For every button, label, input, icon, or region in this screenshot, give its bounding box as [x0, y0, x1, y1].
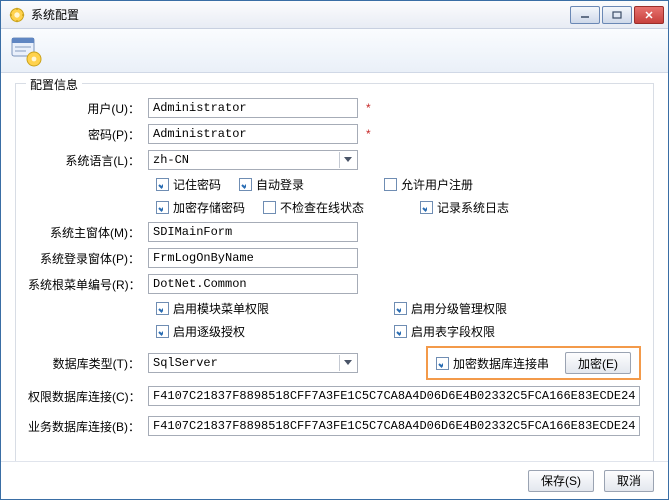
window-controls	[570, 6, 664, 24]
chk-enable-cascade-auth-label: 启用逐级授权	[173, 323, 245, 340]
chk-encrypt-store-pw[interactable]: 加密存储密码	[156, 199, 245, 216]
label-dbtype: 数据库类型(T)：	[28, 355, 148, 372]
bizconn-field[interactable]	[148, 416, 640, 436]
chk-enable-cascade-auth[interactable]: 启用逐级授权	[156, 323, 376, 340]
chk-log-syslog[interactable]: 记录系统日志	[420, 199, 509, 216]
window-title: 系统配置	[31, 6, 570, 23]
chk-auto-login-label: 自动登录	[256, 176, 304, 193]
save-button[interactable]: 保存(S)	[528, 470, 594, 492]
chk-enable-field-perm[interactable]: 启用表字段权限	[394, 323, 614, 340]
minimize-button[interactable]	[570, 6, 600, 24]
dbtype-value: SqlServer	[153, 356, 218, 370]
loginform-field[interactable]	[148, 248, 358, 268]
chevron-down-icon	[339, 355, 355, 371]
config-group: 配置信息 用户(U)： * 密码(P)： * 系统语言(L)： zh-CN 记住…	[15, 83, 654, 461]
password-field[interactable]	[148, 124, 358, 144]
language-value: zh-CN	[153, 153, 189, 167]
label-user: 用户(U)：	[28, 100, 148, 117]
config-icon	[9, 34, 43, 68]
label-permconn: 权限数据库连接(C)：	[28, 388, 148, 405]
chk-encrypt-store-pw-label: 加密存储密码	[173, 199, 245, 216]
maximize-button[interactable]	[602, 6, 632, 24]
chk-remember-pw[interactable]: 记住密码	[156, 176, 221, 193]
chk-allow-register[interactable]: 允许用户注册	[384, 176, 473, 193]
titlebar: 系统配置	[1, 1, 668, 29]
chk-enable-module-menu-perm-label: 启用模块菜单权限	[173, 300, 269, 317]
chk-no-online-check[interactable]: 不检查在线状态	[263, 199, 364, 216]
label-mainform: 系统主窗体(M)：	[28, 224, 148, 241]
encrypt-highlight: 加密数据库连接串 加密(E)	[426, 346, 641, 380]
permconn-field[interactable]	[148, 386, 640, 406]
chk-encrypt-conn-str-label: 加密数据库连接串	[453, 355, 549, 372]
app-icon	[9, 7, 25, 23]
label-bizconn: 业务数据库连接(B)：	[28, 418, 148, 435]
user-field[interactable]	[148, 98, 358, 118]
close-button[interactable]	[634, 6, 664, 24]
label-password: 密码(P)：	[28, 126, 148, 143]
window: 系统配置 配置信息 用户(U)： * 密码(P)： * 系统语	[0, 0, 669, 500]
required-mark: *	[366, 127, 371, 141]
dbtype-select[interactable]: SqlServer	[148, 353, 358, 373]
chk-no-online-check-label: 不检查在线状态	[280, 199, 364, 216]
chk-log-syslog-label: 记录系统日志	[437, 199, 509, 216]
label-rootmenu: 系统根菜单编号(R)：	[28, 276, 148, 293]
language-select[interactable]: zh-CN	[148, 150, 358, 170]
encrypt-button[interactable]: 加密(E)	[565, 352, 631, 374]
label-loginform: 系统登录窗体(P)：	[28, 250, 148, 267]
cancel-button[interactable]: 取消	[604, 470, 654, 492]
chk-enable-field-perm-label: 启用表字段权限	[411, 323, 495, 340]
chk-allow-register-label: 允许用户注册	[401, 176, 473, 193]
chk-enable-hier-perm[interactable]: 启用分级管理权限	[394, 300, 614, 317]
chk-enable-hier-perm-label: 启用分级管理权限	[411, 300, 507, 317]
chevron-down-icon	[339, 152, 355, 168]
footer: 保存(S) 取消	[1, 461, 668, 499]
chk-auto-login[interactable]: 自动登录	[239, 176, 304, 193]
rootmenu-field[interactable]	[148, 274, 358, 294]
label-language: 系统语言(L)：	[28, 152, 148, 169]
toolbar	[1, 29, 668, 73]
chk-encrypt-conn-str[interactable]: 加密数据库连接串	[436, 355, 549, 372]
body: 配置信息 用户(U)： * 密码(P)： * 系统语言(L)： zh-CN 记住…	[1, 73, 668, 461]
required-mark: *	[366, 101, 371, 115]
mainform-field[interactable]	[148, 222, 358, 242]
chk-remember-pw-label: 记住密码	[173, 176, 221, 193]
chk-enable-module-menu-perm[interactable]: 启用模块菜单权限	[156, 300, 376, 317]
group-title: 配置信息	[26, 76, 82, 93]
